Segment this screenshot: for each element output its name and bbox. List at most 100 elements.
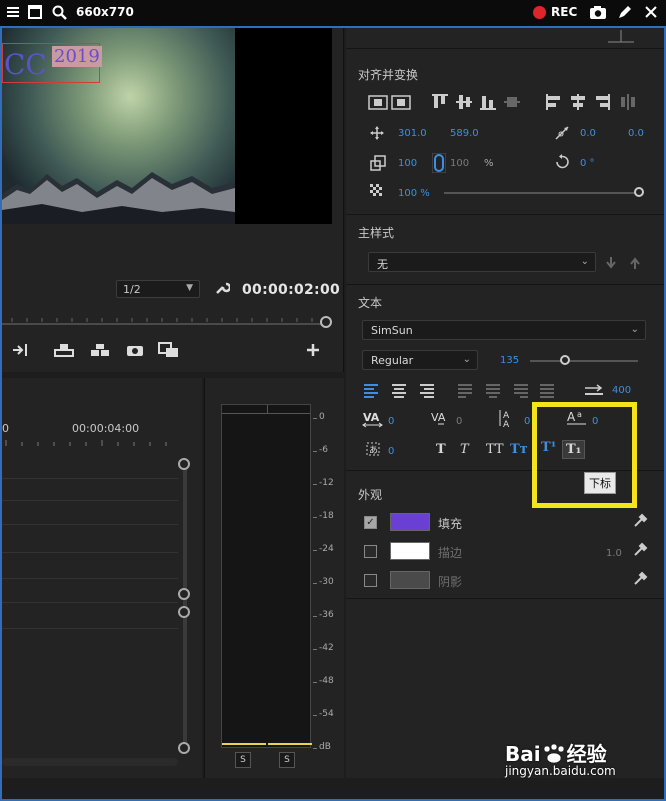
scale-unit: % xyxy=(484,158,494,169)
fill-color-swatch[interactable] xyxy=(390,513,430,531)
timeline-track[interactable] xyxy=(2,552,178,553)
monitor-time-ruler[interactable] xyxy=(2,312,332,330)
faux-bold-button[interactable]: T xyxy=(436,442,446,457)
scale-icon xyxy=(370,155,386,171)
chevron-down-icon: ⌄ xyxy=(580,256,589,267)
pen-icon[interactable] xyxy=(617,4,633,20)
opacity-slider-handle[interactable] xyxy=(634,187,644,197)
zoom-bar xyxy=(183,458,187,748)
tab-width-value[interactable]: 400 xyxy=(612,385,631,396)
position-x-value[interactable]: 301.0 xyxy=(398,128,427,139)
shadow-color-swatch[interactable] xyxy=(390,571,430,589)
fill-label: 填充 xyxy=(438,517,463,531)
horizontal-align-icons[interactable] xyxy=(544,92,644,112)
stroke-color-swatch[interactable] xyxy=(390,542,430,560)
tsume-value[interactable]: 0 xyxy=(388,446,394,457)
insert-icon[interactable] xyxy=(12,342,30,358)
program-monitor: CC 2019 1/2 ▼ 00:00:02:00 xyxy=(2,28,344,372)
meter-level-left xyxy=(222,743,266,745)
zoom-scroll-handle[interactable] xyxy=(320,316,332,328)
video-letterbox xyxy=(235,28,332,224)
timeline-horizontal-scrollbar[interactable] xyxy=(2,758,178,766)
position-y-value[interactable]: 589.0 xyxy=(450,128,479,139)
paragraph-align-icons[interactable] xyxy=(364,383,554,399)
lift-icon[interactable] xyxy=(54,342,74,358)
timeline-track[interactable] xyxy=(2,524,178,525)
eyedropper-icon[interactable] xyxy=(632,542,648,558)
stroke-checkbox[interactable] xyxy=(364,545,377,558)
audio-zoom-handle-bottom[interactable] xyxy=(178,742,190,754)
db-tick xyxy=(313,451,317,452)
compare-view-icon[interactable] xyxy=(158,342,180,358)
panel-corner-icon[interactable] xyxy=(604,30,638,44)
timeline-track[interactable] xyxy=(2,478,178,479)
camera-icon[interactable] xyxy=(589,4,607,20)
db-scale-label: -18 xyxy=(319,511,334,521)
shadow-checkbox[interactable] xyxy=(364,574,377,587)
timeline-time-zero: 0 xyxy=(2,422,9,435)
small-caps-button[interactable]: Tт xyxy=(510,442,528,457)
search-icon[interactable] xyxy=(52,4,68,20)
resolution-dropdown[interactable]: 1/2 ▼ xyxy=(116,280,200,298)
channel-divider xyxy=(267,405,268,413)
audio-meter-panel: 0 -6 -12 -18 -24 -30 -36 -42 -48 -54 dB S S xyxy=(204,378,344,778)
timeline-track[interactable] xyxy=(2,602,178,603)
eyedropper-icon[interactable] xyxy=(632,513,648,529)
wrench-icon[interactable] xyxy=(214,280,230,296)
section-divider xyxy=(346,214,664,215)
timeline-track[interactable] xyxy=(2,628,178,629)
timeline-track[interactable] xyxy=(2,578,178,579)
paw-icon xyxy=(543,743,564,764)
solo-right-button[interactable]: S xyxy=(279,752,295,768)
close-icon[interactable] xyxy=(644,4,658,20)
link-scale-icon[interactable] xyxy=(432,153,446,173)
font-style-dropdown[interactable]: Regular ⌄ xyxy=(362,350,478,370)
title-text-cc: CC xyxy=(4,48,47,81)
db-tick xyxy=(313,517,317,518)
kerning-value[interactable]: 0 xyxy=(456,416,462,427)
record-button[interactable]: REC xyxy=(551,5,577,19)
tracking-value[interactable]: 0 xyxy=(388,416,394,427)
push-style-down-icon[interactable] xyxy=(604,256,618,270)
align-to-video-icons[interactable] xyxy=(368,94,412,112)
record-dot-icon[interactable] xyxy=(533,6,546,19)
fill-checkbox[interactable]: ✓ xyxy=(364,516,377,529)
push-style-up-icon[interactable] xyxy=(628,256,642,270)
solo-left-button[interactable]: S xyxy=(235,752,251,768)
window-icon[interactable] xyxy=(28,4,42,20)
opacity-value[interactable]: 100 % xyxy=(398,188,430,199)
faux-italic-button[interactable]: T xyxy=(460,442,469,457)
db-tick xyxy=(313,550,317,551)
timeline-ruler-ticks[interactable] xyxy=(2,438,178,446)
all-caps-button[interactable]: TT xyxy=(486,442,504,457)
font-size-value[interactable]: 135 xyxy=(500,355,519,366)
stroke-width-value[interactable]: 1.0 xyxy=(606,548,622,559)
export-frame-icon[interactable] xyxy=(126,342,144,358)
leading-value[interactable]: 0 xyxy=(524,416,530,427)
add-button-icon[interactable] xyxy=(306,342,320,358)
menu-icon[interactable] xyxy=(6,4,20,20)
master-style-dropdown[interactable]: 无 ⌄ xyxy=(368,252,596,272)
anchor-x-value[interactable]: 0.0 xyxy=(580,128,596,139)
timeline-vertical-zoom[interactable] xyxy=(178,458,192,758)
extract-icon[interactable] xyxy=(90,342,110,358)
scale-value[interactable]: 100 xyxy=(398,158,417,169)
video-preview[interactable]: CC 2019 xyxy=(2,28,235,224)
mountain-image xyxy=(2,172,235,224)
timeline-track[interactable] xyxy=(2,500,178,501)
rotation-value[interactable]: 0 ° xyxy=(580,158,595,169)
zoom-handle-bottom[interactable] xyxy=(178,588,190,600)
db-tick xyxy=(313,616,317,617)
font-size-slider[interactable] xyxy=(530,360,638,362)
font-family-dropdown[interactable]: SimSun ⌄ xyxy=(362,320,646,340)
playhead-timecode[interactable]: 00:00:02:00 xyxy=(242,282,340,298)
anchor-y-value[interactable]: 0.0 xyxy=(628,128,644,139)
font-size-slider-handle[interactable] xyxy=(559,355,570,365)
watermark-suffix: 经验 xyxy=(566,742,607,766)
zoom-handle-top[interactable] xyxy=(178,458,190,470)
vertical-align-icons[interactable] xyxy=(430,92,530,112)
db-tick xyxy=(313,748,317,749)
opacity-slider[interactable] xyxy=(444,192,640,194)
eyedropper-icon[interactable] xyxy=(632,571,648,587)
audio-zoom-handle-top[interactable] xyxy=(178,606,190,618)
